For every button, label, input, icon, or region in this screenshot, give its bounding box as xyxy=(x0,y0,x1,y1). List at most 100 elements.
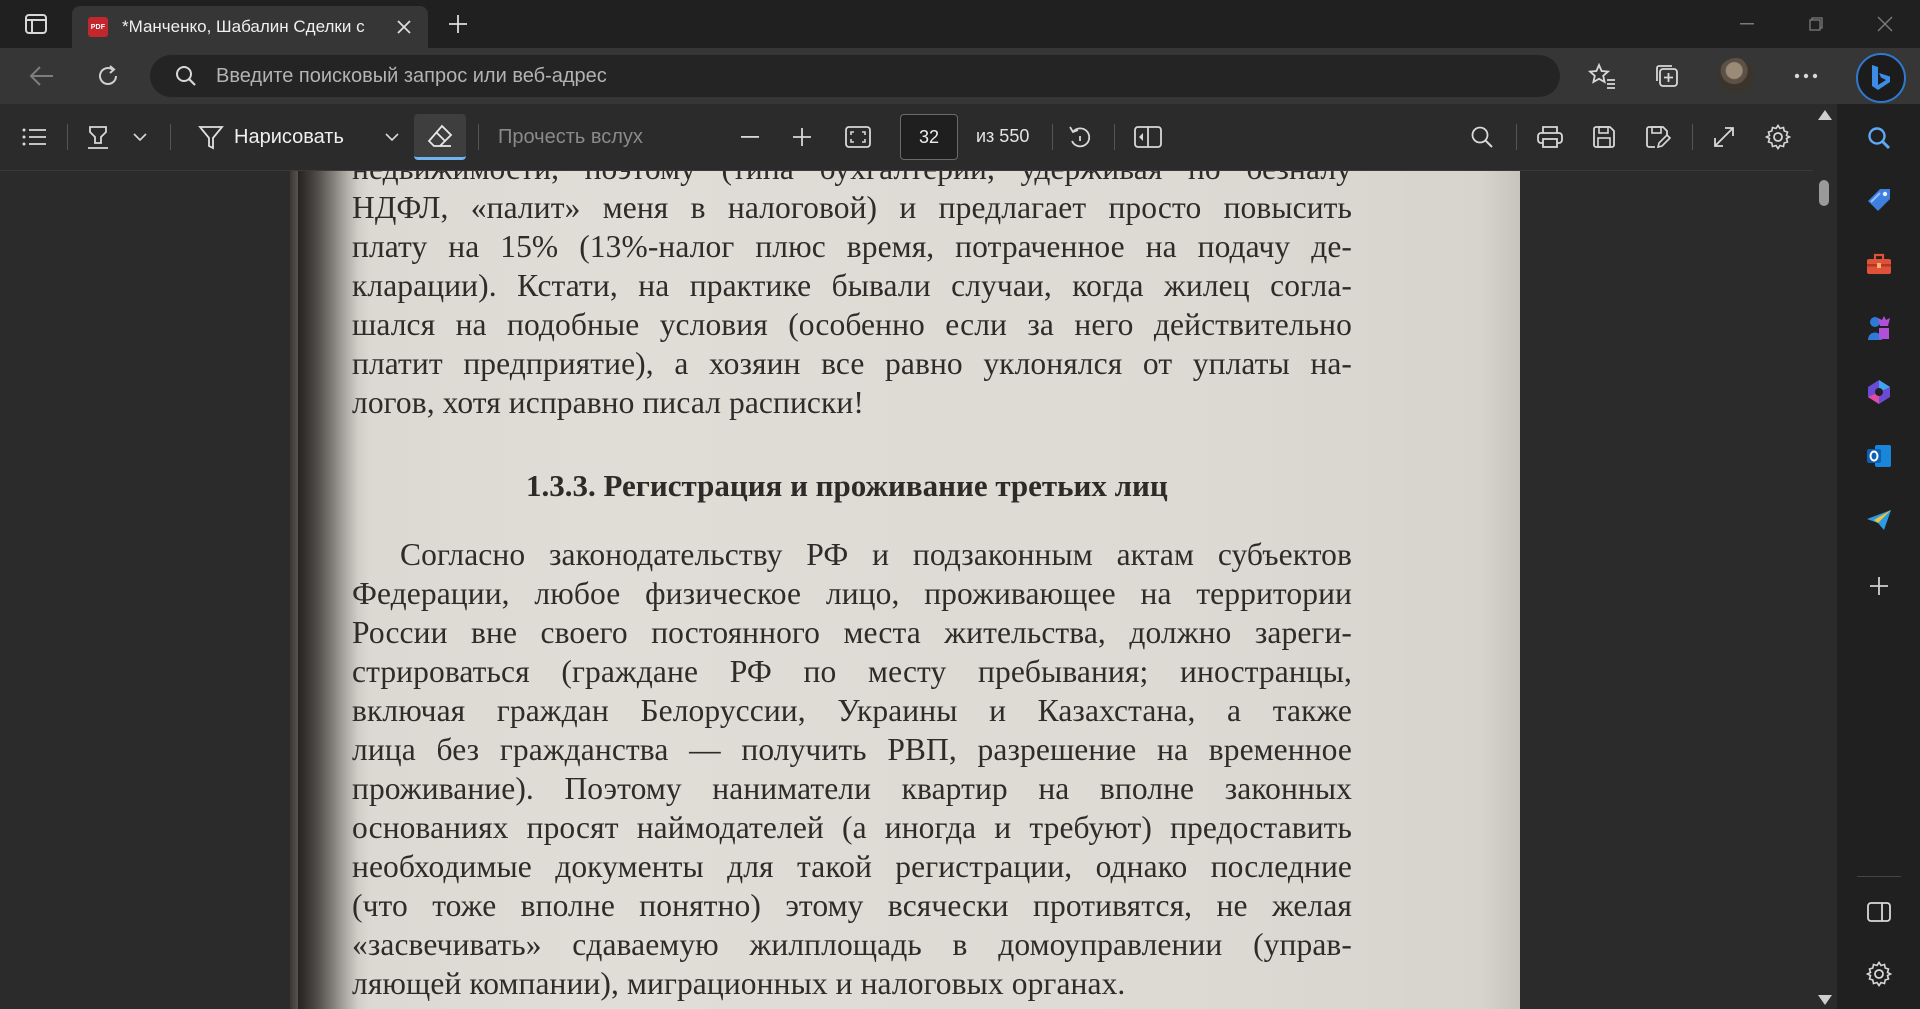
scroll-down-arrow-icon[interactable] xyxy=(1818,995,1832,1005)
favorites-button[interactable] xyxy=(1584,60,1620,92)
rotate-icon xyxy=(1069,126,1091,148)
text-line: шался на подобные условия (особенно если… xyxy=(352,307,1352,342)
rotate-button[interactable] xyxy=(1060,119,1100,155)
sidebar-settings-button[interactable] xyxy=(1859,954,1899,994)
save-button[interactable] xyxy=(1584,119,1624,155)
draw-options-button[interactable] xyxy=(380,119,404,155)
zoom-out-button[interactable] xyxy=(732,119,768,155)
arrow-left-icon xyxy=(29,66,53,86)
sidebar-games-button[interactable] xyxy=(1859,308,1899,348)
fullscreen-button[interactable] xyxy=(1704,119,1744,155)
text-line: (что тоже вполне понятно) этому всячески… xyxy=(352,888,1352,923)
toolbar-divider xyxy=(1692,124,1693,150)
sidebar-search-button[interactable] xyxy=(1859,118,1899,158)
minimize-button[interactable] xyxy=(1724,8,1770,40)
page-total-label: из 550 xyxy=(976,126,1030,146)
restore-icon xyxy=(1809,17,1823,31)
bing-logo-icon xyxy=(1872,65,1890,90)
pdf-page: недвижимости, поэтому (типа бухгалтерии,… xyxy=(290,171,1520,1009)
back-button[interactable] xyxy=(24,60,60,92)
sidebar-divider xyxy=(1857,876,1901,877)
page-view-button[interactable] xyxy=(1128,119,1168,155)
text-line: «засвечивать» сдаваемую жилплощадь в дом… xyxy=(352,927,1352,962)
restore-button[interactable] xyxy=(1793,8,1839,40)
tab-active-pdf[interactable]: PDF *Манченко, Шабалин Сделки с xyxy=(72,6,428,48)
shopping-tag-icon xyxy=(1868,189,1890,211)
sidebar-outlook-button[interactable] xyxy=(1859,436,1899,476)
scroll-up-arrow-icon[interactable] xyxy=(1818,110,1832,120)
games-icon xyxy=(1868,316,1890,340)
text-line: Федерации, любое физическое лицо, прожив… xyxy=(352,576,1352,611)
text-line: включая граждан Белоруссии, Украины и Ка… xyxy=(352,693,1352,728)
tab-actions-icon xyxy=(25,14,47,34)
sidebar-toggle-icon xyxy=(1867,902,1891,922)
vertical-scrollbar[interactable] xyxy=(1813,104,1837,1009)
page-number-input[interactable] xyxy=(900,114,958,160)
new-tab-button[interactable] xyxy=(442,8,474,40)
contents-button[interactable] xyxy=(16,119,52,155)
navigation-bar xyxy=(0,48,1920,104)
minus-icon xyxy=(741,136,759,138)
minimize-icon xyxy=(1740,23,1754,25)
fit-page-button[interactable] xyxy=(838,119,878,155)
sidebar-add-button[interactable] xyxy=(1859,566,1899,606)
eraser-icon xyxy=(427,124,453,147)
two-page-view-icon xyxy=(1134,126,1162,148)
pdf-file-icon: PDF xyxy=(88,17,108,37)
tab-actions-button[interactable] xyxy=(18,10,54,38)
draw-pen-icon xyxy=(198,126,224,150)
sidebar-copilot-button[interactable] xyxy=(1859,372,1899,412)
copilot-icon xyxy=(1868,380,1890,404)
tab-close-button[interactable] xyxy=(392,15,416,39)
text-line: России вне своего постоянного места жите… xyxy=(352,615,1352,650)
page-scan-shadow xyxy=(298,171,358,1009)
find-button[interactable] xyxy=(1462,119,1502,155)
pdf-viewer[interactable]: недвижимости, поэтому (типа бухгалтерии,… xyxy=(0,171,1813,1009)
more-menu-button[interactable] xyxy=(1788,60,1824,92)
sidebar-toggle-button[interactable] xyxy=(1859,892,1899,932)
scrollbar-thumb[interactable] xyxy=(1819,180,1829,206)
close-window-button[interactable] xyxy=(1862,8,1908,40)
read-aloud-label: Прочесть вслух xyxy=(498,125,643,148)
save-as-icon xyxy=(1646,126,1671,149)
gear-icon xyxy=(1765,124,1791,150)
draw-button[interactable]: Нарисовать xyxy=(198,119,368,155)
tab-bar: PDF *Манченко, Шабалин Сделки с xyxy=(0,0,1920,48)
toolbar-divider xyxy=(1052,124,1053,150)
fit-to-page-icon xyxy=(845,126,871,148)
sidebar-shopping-button[interactable] xyxy=(1859,180,1899,220)
collections-icon xyxy=(1656,65,1678,87)
text-line: платит предприятие), а хозяин все равно … xyxy=(352,346,1352,381)
highlight-options-button[interactable] xyxy=(128,119,152,155)
profile-avatar[interactable] xyxy=(1718,58,1754,94)
search-icon xyxy=(1471,126,1493,148)
close-icon xyxy=(397,20,411,34)
refresh-button[interactable] xyxy=(90,60,126,92)
address-input[interactable] xyxy=(214,63,1560,89)
text-line: основаниях просят наймодателей (а иногда… xyxy=(352,810,1352,845)
zoom-in-button[interactable] xyxy=(784,119,820,155)
print-button[interactable] xyxy=(1530,119,1570,155)
text-line: недвижимости, поэтому (типа бухгалтерии,… xyxy=(352,171,1352,188)
highlight-button[interactable] xyxy=(80,119,116,155)
copilot-bing-button[interactable] xyxy=(1856,53,1906,103)
more-horizontal-icon xyxy=(1794,73,1818,79)
pdf-toolbar: Нарисовать Прочесть вслух из 550 xyxy=(0,104,1813,171)
sidebar-tools-button[interactable] xyxy=(1859,244,1899,284)
sidebar-send-button[interactable] xyxy=(1859,500,1899,540)
address-bar[interactable] xyxy=(150,55,1560,97)
edge-sidebar xyxy=(1837,104,1920,1009)
eraser-button[interactable] xyxy=(414,114,466,160)
collections-button[interactable] xyxy=(1649,60,1685,92)
highlighter-icon xyxy=(88,126,108,149)
toolbox-icon xyxy=(1867,253,1891,274)
text-line: лица без гражданства — получить РВП, раз… xyxy=(352,732,1352,767)
search-icon xyxy=(1868,127,1891,150)
save-as-button[interactable] xyxy=(1638,119,1678,155)
pdf-settings-button[interactable] xyxy=(1758,119,1798,155)
paragraph-top: недвижимости, поэтому (типа бухгалтерии,… xyxy=(352,171,1352,422)
tab-title: *Манченко, Шабалин Сделки с xyxy=(122,17,365,36)
read-aloud-button[interactable]: Прочесть вслух xyxy=(498,119,678,155)
search-icon xyxy=(174,64,198,88)
plus-icon xyxy=(793,128,811,146)
